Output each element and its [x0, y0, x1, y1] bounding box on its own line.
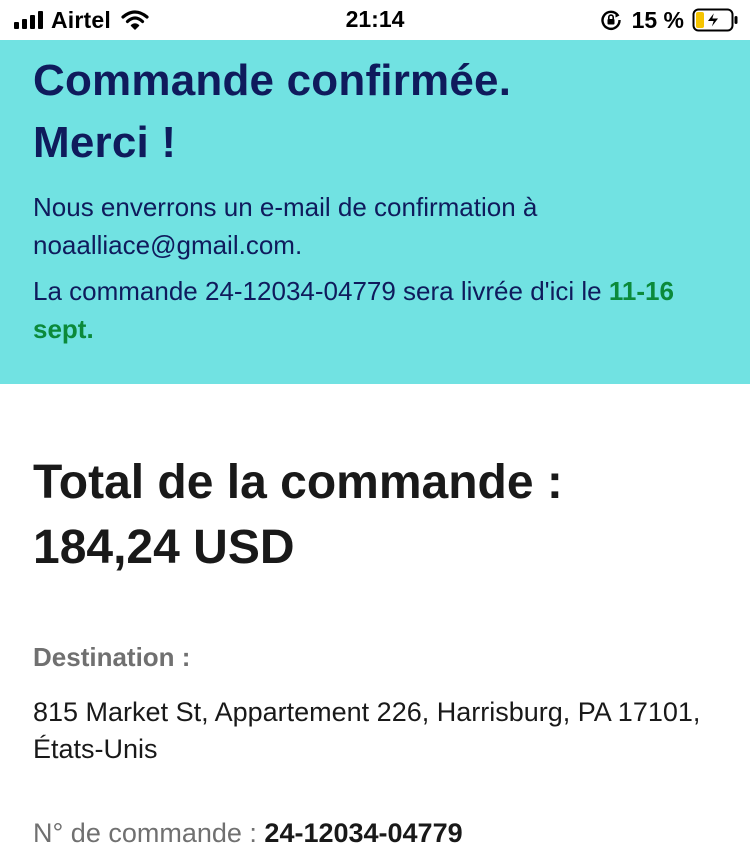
battery-percent: 15 %	[631, 6, 684, 33]
destination-label: Destination :	[33, 642, 191, 672]
destination-address: 815 Market St, Appartement 226, Harrisbu…	[33, 697, 701, 764]
order-total-label: Total de la commande :	[33, 456, 563, 509]
order-number-value: 24-12034-04779	[264, 818, 463, 848]
order-total: Total de la commande : 184,24 USD	[33, 450, 723, 580]
order-number: N° de commande : 24-12034-04779	[33, 818, 463, 849]
confirmation-title-line2: Merci !	[33, 118, 177, 167]
status-bar-right: 15 %	[600, 7, 738, 33]
order-number-label: N° de commande :	[33, 818, 257, 848]
confirmation-title: Commande confirmée. Merci !	[33, 50, 717, 174]
order-confirmation-banner: Commande confirmée. Merci ! Nous enverro…	[0, 40, 750, 384]
battery-charging-icon	[692, 8, 738, 32]
delivery-message-text: La commande 24-12034-04779 sera livrée d…	[33, 276, 602, 306]
status-bar: Airtel 21:14 15 %	[0, 0, 750, 40]
confirmation-title-line1: Commande confirmée.	[33, 56, 512, 105]
order-total-value: 184,24 USD	[33, 521, 295, 574]
email-confirmation-message: Nous enverrons un e-mail de confirmation…	[33, 192, 538, 260]
rotation-lock-icon	[600, 10, 621, 31]
delivery-message: La commande 24-12034-04779 sera livrée d…	[33, 272, 717, 348]
